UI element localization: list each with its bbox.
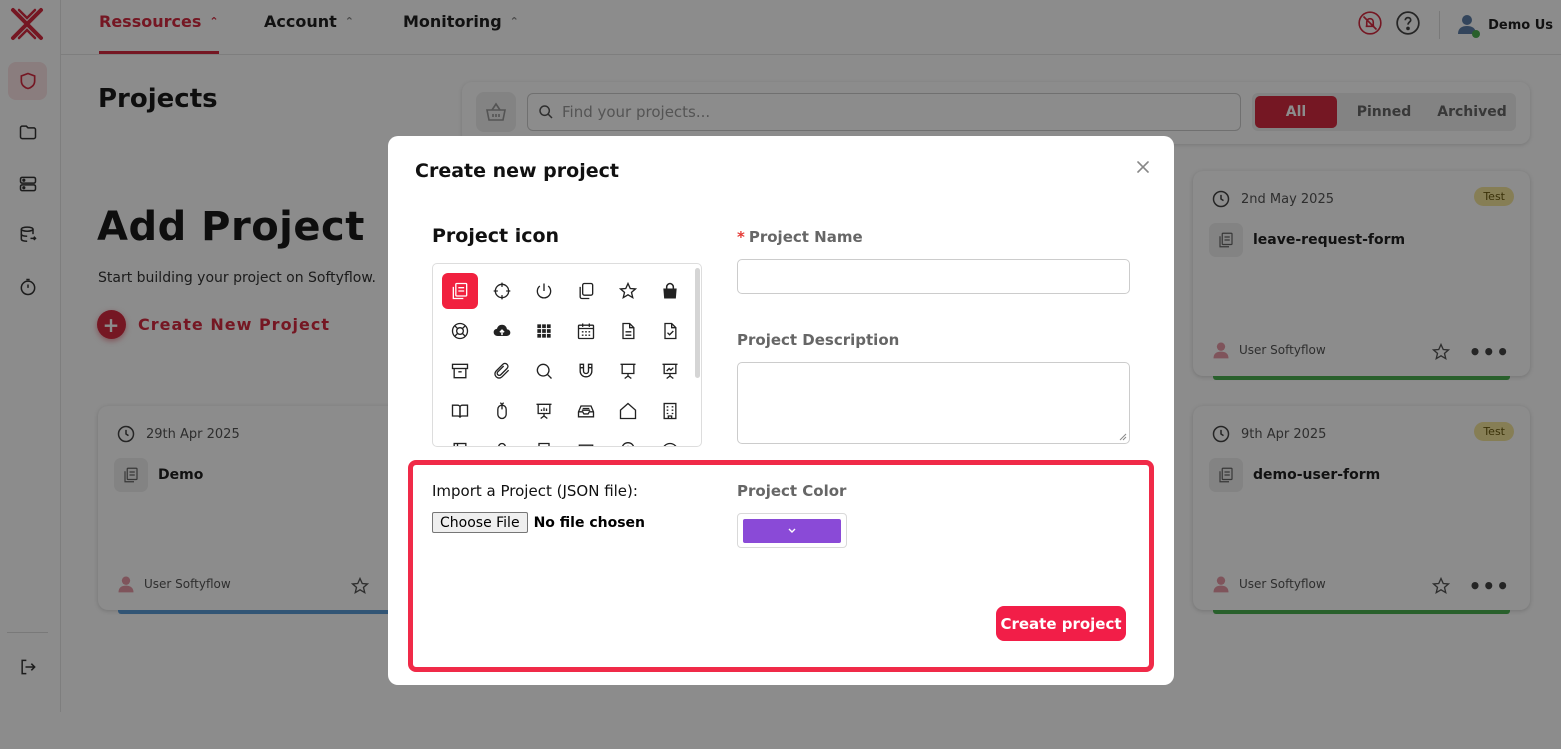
user-icon[interactable] [484,433,520,446]
project-name-label-text: Project Name [748,228,863,246]
project-description-textarea[interactable] [737,362,1130,444]
chevron-down-icon [788,528,796,533]
message-icon[interactable] [568,433,604,446]
resize-handle-icon[interactable] [1119,433,1127,441]
crosshair-icon[interactable] [484,273,520,309]
magnet-icon[interactable] [568,353,604,389]
presentation-chart-icon[interactable] [652,353,688,389]
home-icon[interactable] [610,393,646,429]
project-name-input[interactable] [737,259,1130,294]
calendar-icon[interactable] [568,313,604,349]
shopping-bag-icon[interactable] [652,273,688,309]
compass-icon[interactable] [652,433,688,446]
project-color-picker[interactable] [737,513,847,548]
cloud-upload-icon[interactable] [484,313,520,349]
choose-file-button[interactable]: Choose File [432,512,528,533]
building-icon[interactable] [652,393,688,429]
color-swatch [743,519,841,543]
power-icon[interactable] [526,273,562,309]
grid-icon[interactable] [526,313,562,349]
close-icon [1137,161,1149,173]
inbox-icon[interactable] [568,393,604,429]
required-mark: * [737,228,745,246]
star-icon[interactable] [610,273,646,309]
chart-board-icon[interactable] [526,393,562,429]
modal-title: Create new project [415,160,619,182]
documents-icon[interactable] [442,273,478,309]
project-name-label: * Project Name [737,228,863,246]
import-project-label: Import a Project (JSON file): [432,482,638,500]
project-color-label: Project Color [737,482,847,500]
bookmark-icon[interactable] [526,433,562,446]
mouse-icon[interactable] [484,393,520,429]
book-open-icon[interactable] [442,393,478,429]
icon-picker-scrollbar[interactable] [695,268,700,378]
icon-grid [442,273,688,446]
create-project-modal: Create new project Project icon * Projec… [388,136,1174,685]
lifebuoy-icon[interactable] [442,313,478,349]
search-icon[interactable] [526,353,562,389]
copy-icon[interactable] [568,273,604,309]
pin-icon[interactable] [610,433,646,446]
file-text-icon[interactable] [610,313,646,349]
paperclip-icon[interactable] [484,353,520,389]
project-description-label: Project Description [737,331,900,349]
book-icon[interactable] [442,433,478,446]
file-input: Choose File No file chosen [432,512,645,533]
presentation-icon[interactable] [610,353,646,389]
close-button[interactable] [1134,158,1152,176]
create-project-button[interactable]: Create project [996,606,1126,641]
file-check-icon[interactable] [652,313,688,349]
project-icon-heading: Project icon [432,225,560,247]
project-icon-picker[interactable] [432,263,702,447]
file-status: No file chosen [533,514,646,531]
archive-icon[interactable] [442,353,478,389]
